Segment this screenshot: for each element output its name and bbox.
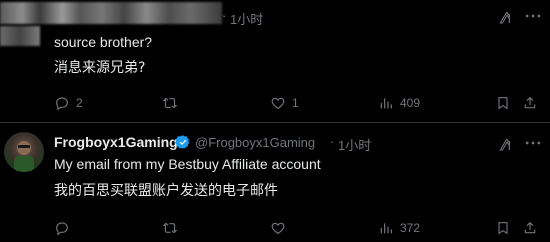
like-icon: [271, 222, 285, 235]
reply-action[interactable]: [54, 218, 76, 238]
grok-icon[interactable]: [497, 10, 513, 26]
bookmark-action[interactable]: [495, 93, 511, 113]
views-count: 409: [400, 96, 421, 110]
repost-action[interactable]: [162, 218, 184, 238]
reply-text-translation: 消息来源兄弟?: [54, 60, 146, 76]
reply-text-english: My email from my Bestbuy Affiliate accou…: [54, 156, 321, 172]
grok-icon[interactable]: [497, 137, 513, 153]
repost-icon: [162, 222, 178, 234]
avatar[interactable]: [4, 132, 44, 172]
views-action[interactable]: 409: [378, 93, 420, 113]
reply-text-translation: 我的百思买联盟账户发送的电子邮件: [54, 183, 278, 199]
reply-text-english: source brother?: [54, 34, 153, 50]
like-count: 1: [292, 96, 299, 110]
repost-action[interactable]: [162, 93, 184, 113]
timestamp[interactable]: 1小时: [230, 9, 263, 28]
like-icon: [271, 97, 285, 110]
share-action[interactable]: [522, 93, 538, 113]
separator-dot: ·: [330, 134, 335, 149]
share-icon: [524, 96, 536, 109]
verified-badge-icon[interactable]: [175, 134, 191, 150]
more-icon[interactable]: [523, 6, 543, 26]
divider: [0, 122, 550, 123]
bookmark-action[interactable]: [495, 218, 511, 238]
reply-count: 2: [76, 96, 83, 110]
repost-icon: [162, 97, 178, 109]
more-icon[interactable]: [523, 133, 543, 153]
separator-dot: ·: [222, 8, 227, 23]
bookmark-icon: [498, 97, 508, 110]
like-action[interactable]: 1: [270, 93, 299, 113]
user-handle[interactable]: @Frogboyx1Gaming: [195, 135, 315, 150]
reply-action[interactable]: 2: [54, 93, 83, 113]
share-action[interactable]: [522, 218, 538, 238]
display-name[interactable]: Frogboyx1Gaming: [54, 134, 178, 150]
views-icon: [380, 223, 392, 234]
like-action[interactable]: [270, 218, 292, 238]
reply-icon: [56, 97, 68, 111]
redacted-author-info: [0, 2, 222, 24]
views-icon: [380, 98, 392, 109]
redacted-avatar: [0, 26, 40, 46]
share-icon: [524, 221, 536, 234]
views-action[interactable]: 372: [378, 218, 420, 238]
timestamp[interactable]: 1小时: [338, 135, 371, 154]
reply-icon: [56, 222, 68, 236]
views-count: 372: [400, 221, 421, 235]
bookmark-icon: [498, 222, 508, 235]
